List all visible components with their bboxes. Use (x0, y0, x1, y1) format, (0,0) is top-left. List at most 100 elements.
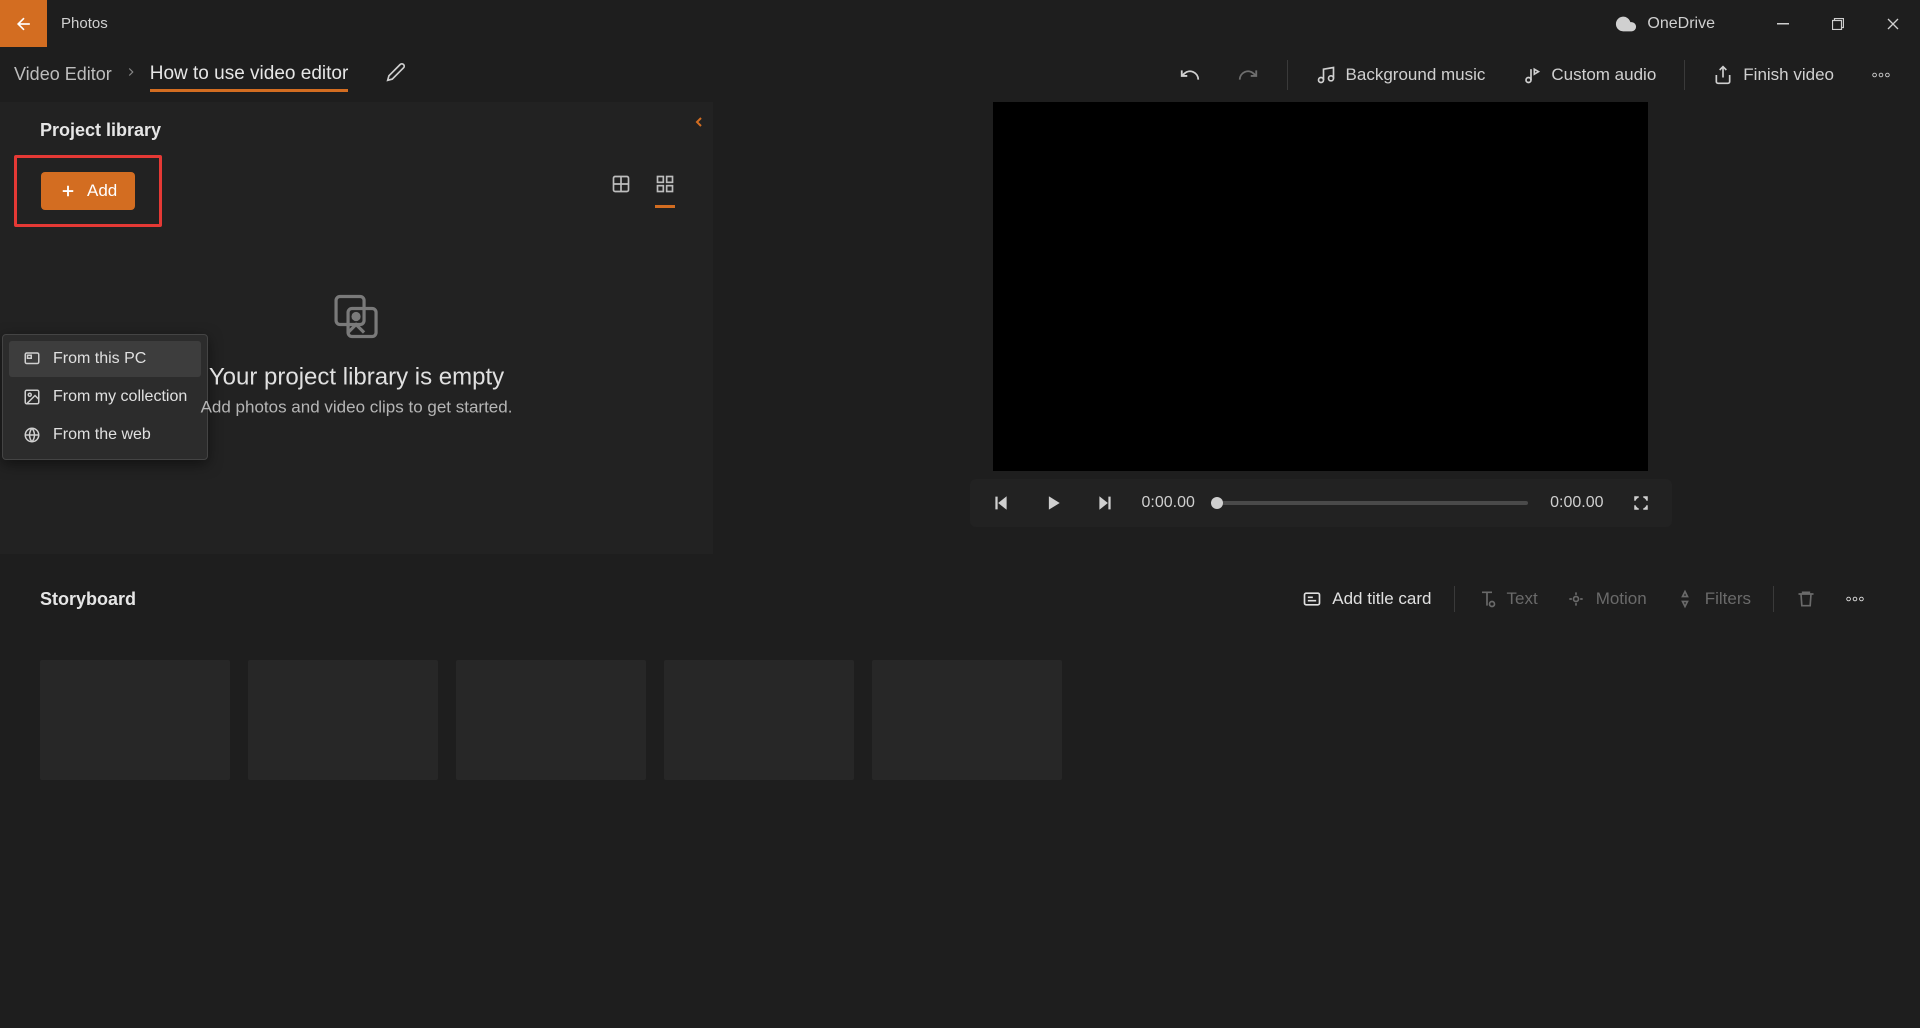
separator (1454, 586, 1455, 612)
ellipsis-icon (1870, 64, 1892, 86)
step-back-icon (992, 494, 1010, 512)
music-icon (1316, 65, 1336, 85)
redo-icon (1237, 64, 1259, 86)
chevron-right-icon (124, 65, 138, 84)
background-music-button[interactable]: Background music (1302, 57, 1500, 93)
window-controls (1755, 0, 1920, 47)
seek-handle[interactable] (1211, 497, 1223, 509)
separator (1684, 60, 1685, 90)
filters-icon (1675, 589, 1695, 609)
titlebar: Photos OneDrive (0, 0, 1920, 47)
close-icon (1887, 18, 1899, 30)
large-grid-icon (611, 174, 631, 194)
storyboard-more-button[interactable] (1830, 582, 1880, 616)
project-library-title: Project library (40, 120, 689, 141)
add-from-pc-item[interactable]: From this PC (9, 341, 201, 377)
add-title-card-button[interactable]: Add title card (1288, 583, 1445, 615)
storyboard-slot[interactable] (456, 660, 646, 780)
small-grid-icon (655, 174, 675, 194)
header: Video Editor How to use video editor Bac… (0, 47, 1920, 102)
undo-icon (1179, 64, 1201, 86)
text-button: Text (1463, 583, 1552, 615)
fullscreen-button[interactable] (1626, 488, 1656, 518)
small-grid-view-button[interactable] (655, 174, 675, 208)
arrow-left-icon (14, 14, 34, 34)
export-icon (1713, 65, 1733, 85)
play-button[interactable] (1038, 488, 1068, 518)
project-library-panel: Project library Add Fr (0, 102, 713, 554)
separator (1287, 60, 1288, 90)
collapse-library-button[interactable] (691, 114, 707, 135)
add-from-collection-item[interactable]: From my collection (9, 379, 201, 415)
pencil-icon (386, 62, 406, 82)
storyboard-slot[interactable] (664, 660, 854, 780)
add-from-web-item[interactable]: From the web (9, 417, 201, 453)
storyboard-title: Storyboard (40, 589, 136, 610)
storyboard-slot[interactable] (40, 660, 230, 780)
minimize-button[interactable] (1755, 0, 1810, 47)
custom-audio-icon (1521, 65, 1541, 85)
custom-audio-label: Custom audio (1551, 65, 1656, 85)
project-title[interactable]: How to use video editor (150, 63, 349, 92)
onedrive-status[interactable]: OneDrive (1615, 0, 1755, 47)
delete-clip-button (1782, 583, 1830, 615)
app-name: Photos (47, 0, 108, 47)
storyboard-slot[interactable] (248, 660, 438, 780)
filters-label: Filters (1705, 589, 1751, 609)
play-icon (1044, 494, 1062, 512)
folder-icon (23, 350, 41, 368)
library-empty-title: Your project library is empty (201, 364, 513, 392)
back-button[interactable] (0, 0, 47, 47)
total-time: 0:00.00 (1550, 494, 1603, 512)
seek-bar[interactable] (1217, 501, 1528, 505)
background-music-label: Background music (1346, 65, 1486, 85)
add-title-card-label: Add title card (1332, 589, 1431, 609)
cloud-icon (1615, 13, 1637, 35)
close-button[interactable] (1865, 0, 1920, 47)
library-toolbar: Add (14, 155, 689, 227)
large-grid-view-button[interactable] (611, 174, 631, 208)
minimize-icon (1777, 18, 1789, 30)
breadcrumb-root[interactable]: Video Editor (14, 64, 112, 85)
preview-panel: 0:00.00 0:00.00 (713, 102, 1920, 554)
step-forward-icon (1096, 494, 1114, 512)
motion-icon (1566, 589, 1586, 609)
collection-icon (23, 388, 41, 406)
library-view-toggle (611, 174, 675, 208)
add-media-button[interactable]: Add (41, 172, 135, 210)
add-from-web-label: From the web (53, 426, 151, 444)
storyboard-panel: Storyboard Add title card Text Motion Fi… (0, 554, 1920, 808)
onedrive-label: OneDrive (1647, 15, 1715, 33)
undo-button[interactable] (1165, 56, 1215, 94)
separator (1773, 586, 1774, 612)
redo-button[interactable] (1223, 56, 1273, 94)
ellipsis-icon (1844, 588, 1866, 610)
storyboard-header: Storyboard Add title card Text Motion Fi… (40, 582, 1880, 616)
fullscreen-icon (1632, 494, 1650, 512)
add-label: Add (87, 181, 117, 201)
text-icon (1477, 589, 1497, 609)
library-empty-subtitle: Add photos and video clips to get starte… (201, 398, 513, 418)
finish-video-label: Finish video (1743, 65, 1834, 85)
custom-audio-button[interactable]: Custom audio (1507, 57, 1670, 93)
filters-button: Filters (1661, 583, 1765, 615)
maximize-icon (1832, 18, 1844, 30)
title-card-icon (1302, 589, 1322, 609)
library-empty-state: Your project library is empty Add photos… (201, 293, 513, 418)
previous-frame-button[interactable] (986, 488, 1016, 518)
playback-controls: 0:00.00 0:00.00 (970, 479, 1672, 527)
current-time: 0:00.00 (1142, 494, 1195, 512)
video-preview (993, 102, 1648, 471)
images-icon (333, 293, 381, 341)
rename-project-button[interactable] (386, 62, 406, 87)
web-icon (23, 426, 41, 444)
storyboard-clips (40, 660, 1880, 780)
storyboard-slot[interactable] (872, 660, 1062, 780)
motion-label: Motion (1596, 589, 1647, 609)
chevron-left-icon (691, 114, 707, 130)
finish-video-button[interactable]: Finish video (1699, 57, 1848, 93)
next-frame-button[interactable] (1090, 488, 1120, 518)
more-options-button[interactable] (1856, 56, 1906, 94)
trash-icon (1796, 589, 1816, 609)
maximize-button[interactable] (1810, 0, 1865, 47)
